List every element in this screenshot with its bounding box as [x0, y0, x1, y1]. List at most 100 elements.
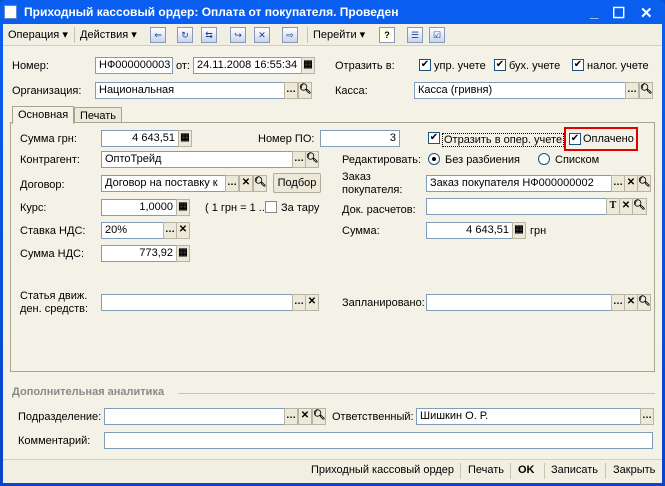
- number-field[interactable]: НФ000000003: [95, 57, 173, 74]
- clear-icon[interactable]: ✕: [619, 198, 633, 215]
- list-settings-icon[interactable]: ☰: [407, 27, 423, 43]
- edit-radio-list[interactable]: [538, 153, 550, 165]
- select-button[interactable]: …: [163, 222, 177, 239]
- reflect-nalog-checkbox[interactable]: ✔: [572, 59, 584, 71]
- bottom-bar: Приходный кассовый ордер Печать OK Запис…: [3, 459, 662, 483]
- help-icon[interactable]: ?: [379, 27, 395, 43]
- kassa-field[interactable]: Касса (гривня): [414, 82, 626, 99]
- ok-button[interactable]: OK: [518, 464, 535, 476]
- select-button[interactable]: …: [640, 408, 654, 425]
- tab-main[interactable]: Основная: [12, 106, 75, 124]
- contr-field[interactable]: ОптоТрейд: [101, 151, 293, 168]
- clear-icon[interactable]: ✕: [176, 222, 190, 239]
- calendar-icon[interactable]: ▦: [301, 57, 315, 74]
- clear-icon[interactable]: ✕: [239, 175, 253, 192]
- calculator-icon[interactable]: ▦: [512, 222, 526, 239]
- po-field[interactable]: 3: [320, 130, 400, 147]
- close-button[interactable]: Закрыть: [613, 464, 655, 476]
- calculator-icon[interactable]: ▦: [178, 130, 192, 147]
- paid-checkbox[interactable]: ✔: [569, 133, 581, 145]
- window-title-text: Приходный кассовый ордер: Оплата от поку…: [24, 5, 399, 19]
- reflect-nalog-label: налог. учете: [587, 60, 649, 72]
- search-icon[interactable]: 🔍︎: [639, 82, 653, 99]
- sum-field[interactable]: 4 643,51: [101, 130, 179, 147]
- type-icon[interactable]: T: [606, 198, 620, 215]
- maximize-button[interactable]: ☐: [612, 4, 625, 22]
- search-icon[interactable]: 🔍︎: [298, 82, 312, 99]
- reflect-label: Отразить в:: [335, 60, 395, 72]
- kurs-label: Курс:: [20, 202, 47, 214]
- copy-icon[interactable]: ⇆: [201, 27, 217, 43]
- oper-checkbox[interactable]: ✔: [428, 132, 440, 144]
- separator: [544, 463, 545, 479]
- select-button[interactable]: …: [284, 408, 298, 425]
- po-label: Номер ПО:: [258, 133, 315, 145]
- resp-field[interactable]: Шишкин О. Р.: [416, 408, 641, 425]
- dept-label: Подразделение:: [18, 411, 102, 423]
- divider: [178, 393, 655, 394]
- print-button[interactable]: Печать: [468, 464, 504, 476]
- clear-icon[interactable]: ✕: [624, 175, 638, 192]
- reflect-upr-label: упр. учете: [434, 60, 486, 72]
- clear-icon[interactable]: ✕: [298, 408, 312, 425]
- minimize-button[interactable]: _: [590, 4, 598, 21]
- separator: [307, 27, 308, 43]
- comment-field[interactable]: [104, 432, 653, 449]
- nds-rate-field[interactable]: 20%: [101, 222, 165, 239]
- order-field[interactable]: Заказ покупателя НФ000000002: [426, 175, 612, 192]
- select-button[interactable]: …: [225, 175, 239, 192]
- select-button[interactable]: …: [625, 82, 639, 99]
- select-button[interactable]: …: [611, 294, 625, 311]
- calculator-icon[interactable]: ▦: [176, 245, 190, 262]
- tara-label: За тару: [281, 202, 320, 214]
- sum-label: Сумма грн:: [20, 133, 77, 145]
- refresh-icon[interactable]: ↻: [177, 27, 193, 43]
- podbor-button[interactable]: Подбор: [273, 173, 321, 193]
- kurs-field[interactable]: 1,0000: [101, 199, 177, 216]
- org-field[interactable]: Национальная: [95, 82, 285, 99]
- reflect-buh-checkbox[interactable]: ✔: [494, 59, 506, 71]
- operation-menu[interactable]: Операция ▾: [8, 28, 68, 41]
- edit-radio-single[interactable]: [428, 153, 440, 165]
- search-icon[interactable]: 🔍︎: [253, 175, 267, 192]
- edit-opt2-label: Списком: [555, 154, 600, 166]
- summa-field[interactable]: 4 643,51: [426, 222, 513, 239]
- number-label: Номер:: [12, 60, 49, 72]
- reflect-upr-checkbox[interactable]: ✔: [419, 59, 431, 71]
- actions-menu[interactable]: Действия ▾: [80, 28, 137, 41]
- currency-label: грн: [530, 225, 547, 237]
- post-icon[interactable]: ↪: [230, 27, 246, 43]
- select-button[interactable]: …: [292, 294, 306, 311]
- based-on-icon[interactable]: ⇨: [282, 27, 298, 43]
- window-title: Приходный кассовый ордер: Оплата от поку…: [6, 0, 398, 24]
- dept-field[interactable]: [104, 408, 285, 425]
- search-icon[interactable]: 🔍︎: [637, 294, 651, 311]
- select-button[interactable]: …: [292, 151, 306, 168]
- goto-menu[interactable]: Перейти ▾: [313, 28, 365, 41]
- clear-icon[interactable]: ✕: [624, 294, 638, 311]
- summa-label: Сумма:: [342, 225, 380, 237]
- search-icon[interactable]: 🔍︎: [637, 175, 651, 192]
- calculator-icon[interactable]: ▦: [176, 199, 190, 216]
- back-icon[interactable]: ⇐: [150, 27, 166, 43]
- select-button[interactable]: …: [284, 82, 298, 99]
- search-icon[interactable]: 🔍︎: [312, 408, 326, 425]
- statya-field[interactable]: [101, 294, 293, 311]
- close-window-button[interactable]: ✕: [640, 4, 653, 22]
- nds-sum-field[interactable]: 773,92: [101, 245, 177, 262]
- clear-icon[interactable]: ✕: [305, 294, 319, 311]
- unpost-icon[interactable]: ✕: [254, 27, 270, 43]
- search-icon[interactable]: 🔍︎: [305, 151, 319, 168]
- search-icon[interactable]: 🔍︎: [632, 198, 647, 215]
- structure-icon[interactable]: ☑: [429, 27, 445, 43]
- save-button[interactable]: Записать: [551, 464, 598, 476]
- edit-opt1-label: Без разбиения: [445, 154, 520, 166]
- dok-field[interactable]: [426, 198, 607, 215]
- date-field[interactable]: 24.11.2008 16:55:34: [193, 57, 302, 74]
- tara-checkbox[interactable]: [265, 201, 277, 213]
- edit-label: Редактировать:: [342, 154, 422, 166]
- dogovor-field[interactable]: Договор на поставку к: [101, 175, 226, 192]
- planned-field[interactable]: [426, 294, 613, 311]
- pko-button[interactable]: Приходный кассовый ордер: [311, 464, 454, 476]
- select-button[interactable]: …: [611, 175, 625, 192]
